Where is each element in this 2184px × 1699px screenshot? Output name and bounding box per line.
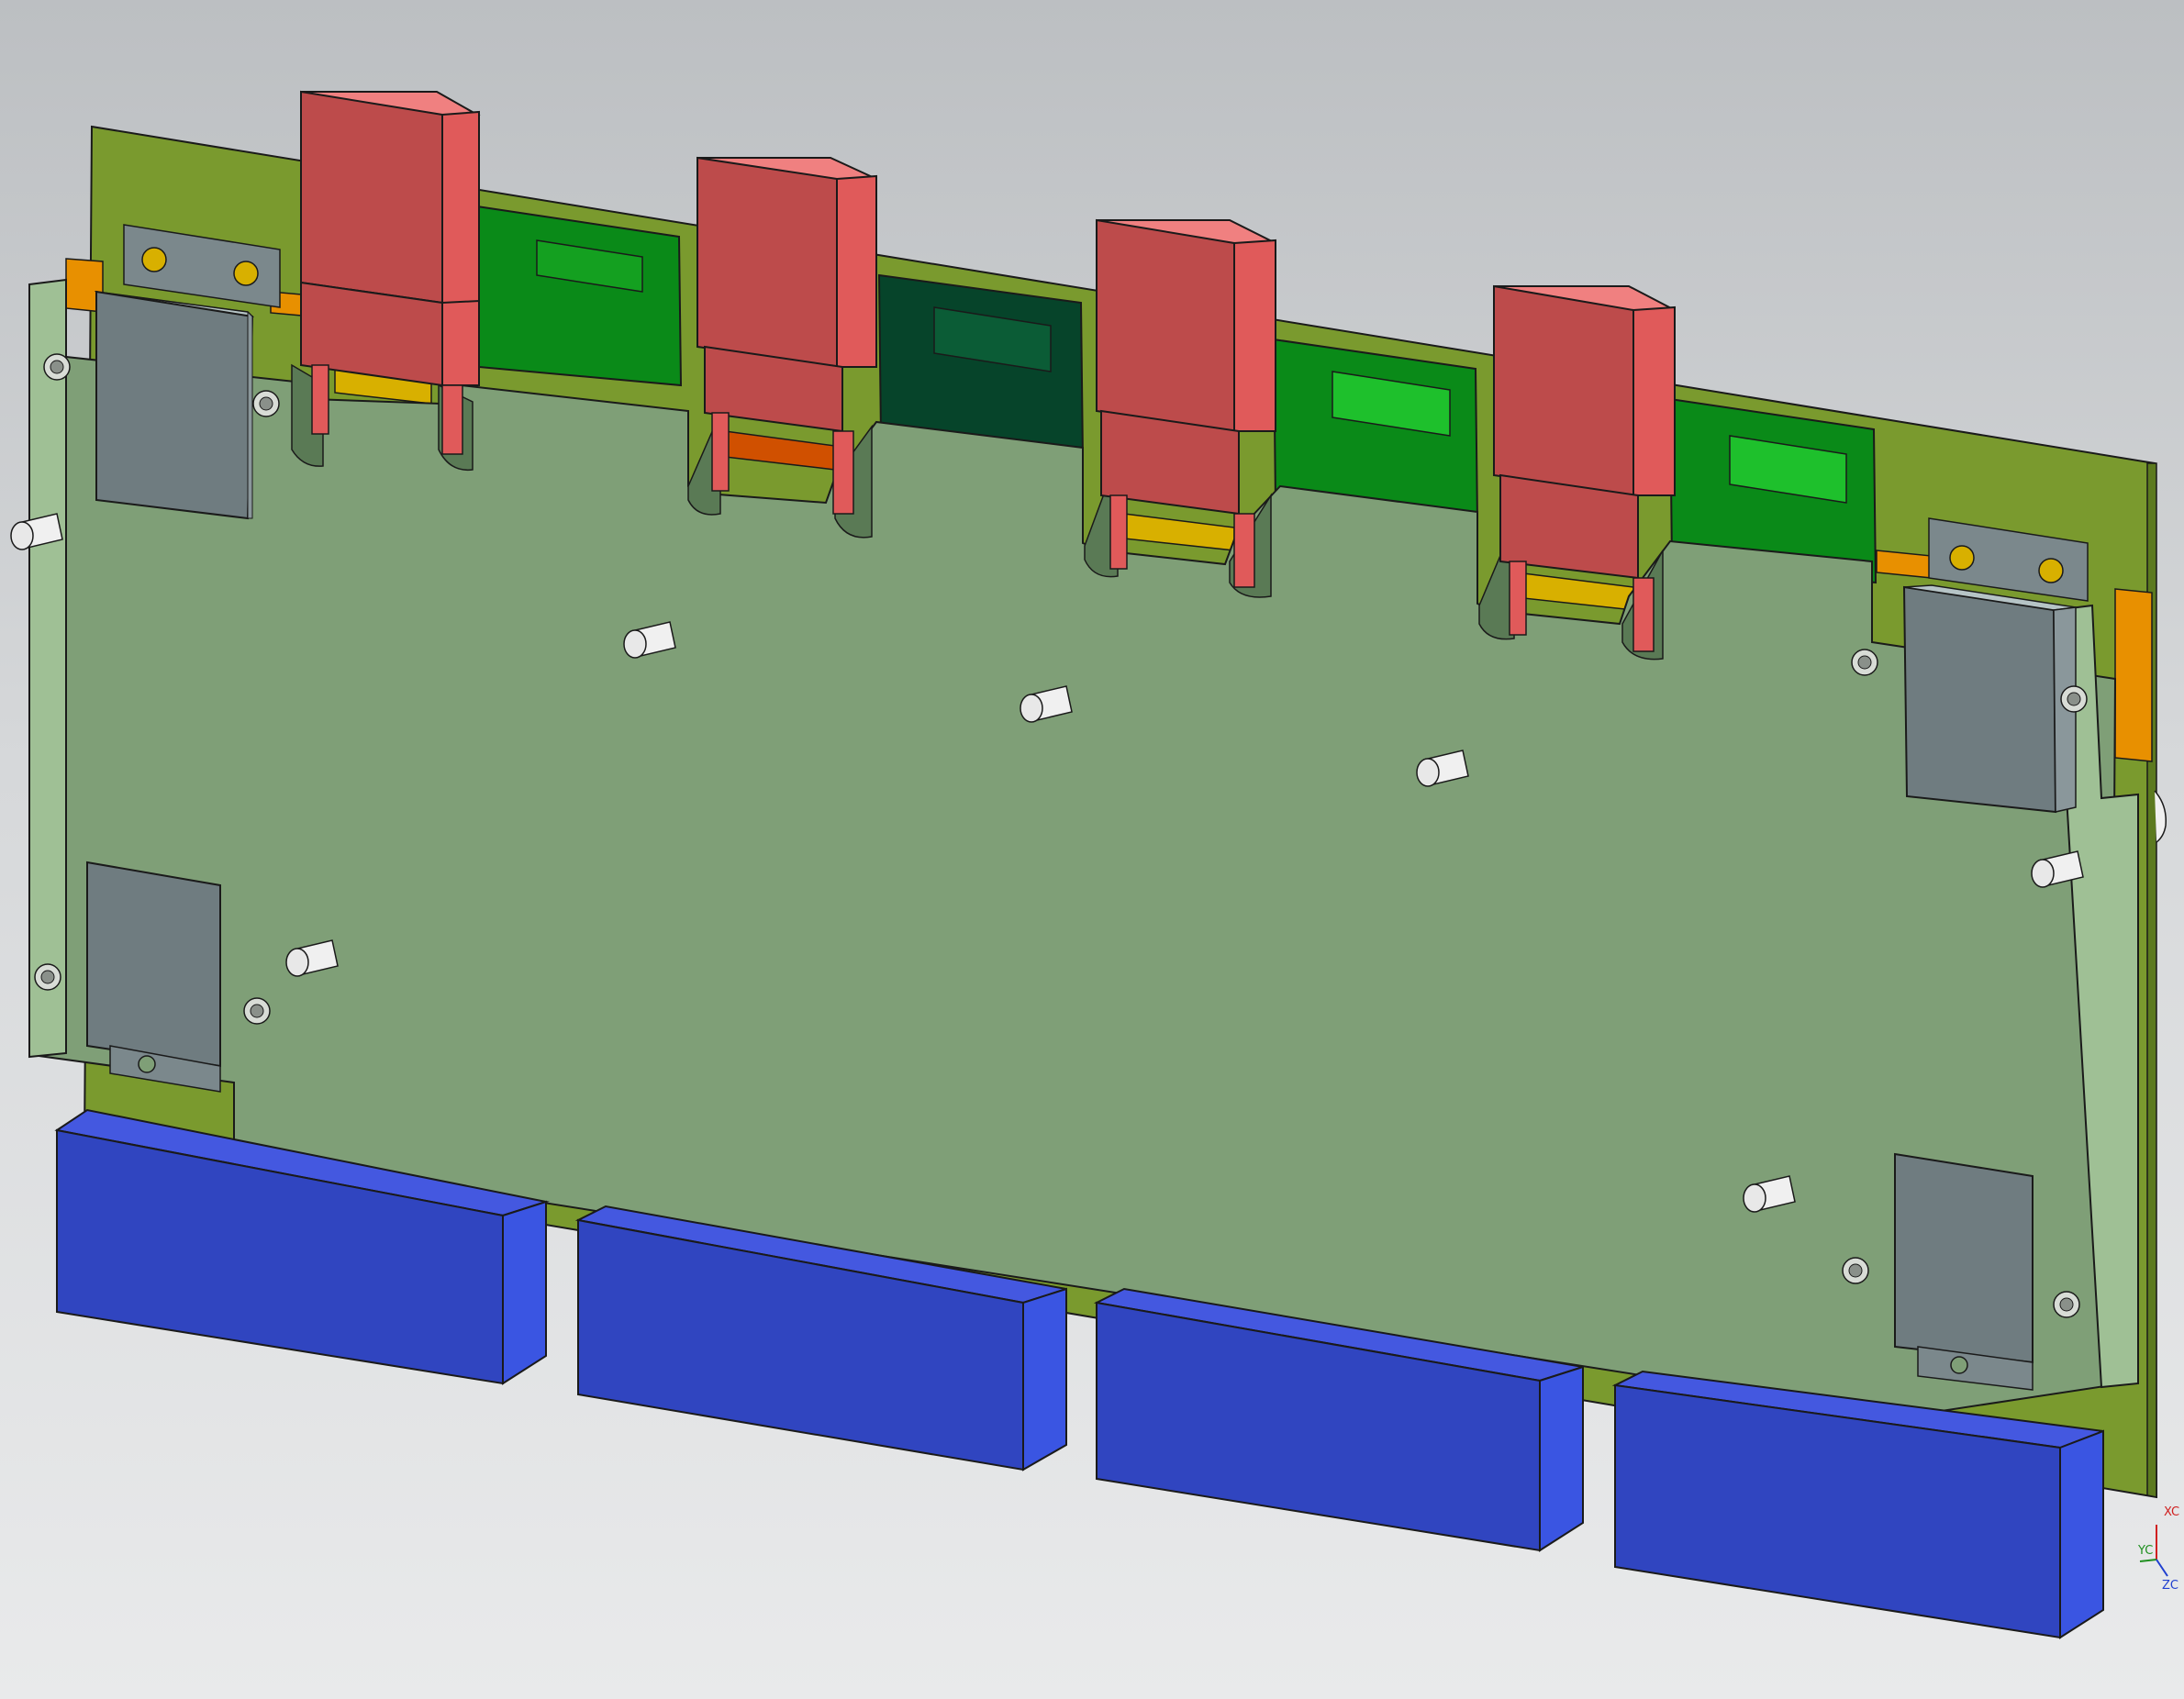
triad-z-axis [2156, 1559, 2168, 1577]
pcb-assembly-model[interactable]: XC YC ZC [0, 0, 2184, 1699]
view-triad[interactable]: XC YC ZC [2137, 1505, 2179, 1593]
triad-z-label: ZC [2162, 1579, 2178, 1593]
cad-viewport[interactable]: XC YC ZC [0, 0, 2184, 1699]
triad-y-axis [2139, 1559, 2157, 1562]
triad-x-label: XC [2164, 1505, 2179, 1519]
triad-y-label: YC [2137, 1544, 2153, 1558]
